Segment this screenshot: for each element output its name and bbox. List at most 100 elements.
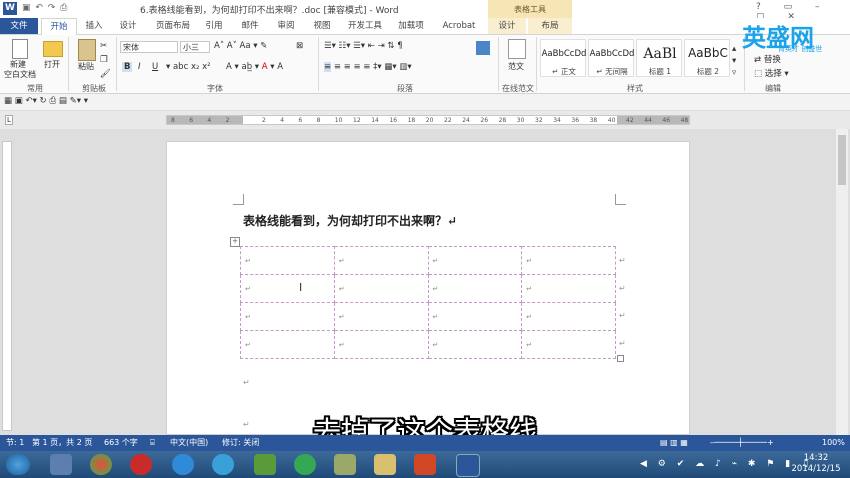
app-icon[interactable] [254,454,276,475]
new-button-line2[interactable]: 空白文档 [4,69,36,80]
template-button[interactable]: 范文 [508,61,524,72]
tab-view[interactable]: 视图 [308,18,336,34]
table-cell[interactable]: ↵ [333,274,429,303]
font-size-combo[interactable]: 小三 [180,41,210,53]
bold-button[interactable]: B [122,62,133,72]
table-cell[interactable]: ↵ [521,330,616,359]
underline-button[interactable]: U [152,62,158,72]
status-revision[interactable]: 修订: 关闭 [222,435,259,451]
new-document-icon[interactable] [12,39,28,59]
proofing-icon[interactable]: ⌸ [150,435,155,451]
tab-design[interactable]: 设计 [114,18,142,34]
char-border-icon[interactable]: ⊠ [296,41,303,51]
ribbon-display-icon[interactable]: ▭ [784,2,803,12]
grow-shrink-font-icons[interactable]: A˄ A˅ Aa ▾ ✎ [214,41,267,51]
table-cell[interactable]: ↵ [240,274,335,303]
replace-label: 替换 [763,55,781,65]
tab-acrobat[interactable]: Acrobat [436,18,482,34]
style-sample: AaBbCcDd [589,49,635,59]
cloud-icon[interactable] [212,454,234,475]
app-icon[interactable] [334,454,356,475]
table-cell[interactable]: ↵ [333,246,429,275]
taskbar-clock[interactable]: 14:32 2014/12/15 [786,453,846,475]
tab-table-design[interactable]: 设计 [488,18,526,34]
cut-icon[interactable]: ✂ [100,41,107,51]
horizontal-ruler[interactable]: 8 6 4 2 2 4 6 8 10 12 14 16 18 20 22 24 26 28 30 32 34 36 38 40… [166,115,690,125]
style-heading1[interactable]: AaBl 标题 1 [636,39,682,77]
table-cell[interactable]: ↵ [427,246,523,275]
explorer-icon[interactable] [374,454,396,475]
vertical-scrollbar[interactable] [836,129,848,435]
paste-icon[interactable] [78,39,96,61]
view-mode-icons[interactable]: ▤ ▥ ▦ [660,435,688,451]
tab-mailings[interactable]: 邮件 [236,18,264,34]
document-table[interactable]: ↵ ↵ ↵ ↵ ↵ ↵ ↵ ↵ ↵ ↵ ↵ ↵ ↵ ↵ ↵ ↵ [240,246,616,359]
tab-file[interactable]: 文件 [0,18,38,34]
scrollbar-thumb[interactable] [838,135,846,185]
status-language[interactable]: 中文(中国) [170,435,208,451]
table-cell[interactable]: ↵ [521,302,616,331]
status-section[interactable]: 节: 1 [6,435,24,451]
word-taskbar-icon[interactable] [456,454,480,477]
table-resize-handle-icon[interactable] [617,355,624,362]
tab-developer[interactable]: 开发工具 [342,18,388,34]
table-cell[interactable]: ↵ [333,302,429,331]
open-folder-icon[interactable] [43,41,63,57]
ie-icon[interactable] [172,454,194,475]
format-painter-icon[interactable]: 🖌 [100,69,111,79]
table-cell[interactable]: ↵ [521,274,616,303]
table-cell[interactable]: ↵ [427,330,523,359]
table-cell[interactable]: ↵ [240,330,335,359]
italic-button[interactable]: I [138,62,141,72]
document-heading[interactable]: 表格线能看到，为何却打印不出来啊？↵ [243,212,457,229]
shading-icon[interactable] [476,41,490,55]
quick-access-icons[interactable]: ▣ ↶ ↷ ⎙ [22,3,68,13]
status-words[interactable]: 663 个字 [104,435,138,451]
chrome-icon[interactable] [90,454,112,475]
status-page[interactable]: 第 1 页，共 2 页 [32,435,92,451]
tab-selector-icon[interactable]: L [5,115,13,125]
help-icon[interactable]: ? [756,2,771,12]
style-no-spacing[interactable]: AaBbCcDd ↵ 无间隔 [588,39,634,77]
style-heading2[interactable]: AaBbC 标题 2 [684,39,730,77]
style-normal[interactable]: AaBbCcDd ↵ 正文 [540,39,586,77]
media-icon[interactable] [130,454,152,475]
template-icon[interactable] [508,39,526,59]
tab-home[interactable]: 开始 [41,18,77,36]
app-icon[interactable] [294,454,316,475]
start-button[interactable] [6,454,30,475]
ruler-tick-label: 26 [480,117,489,124]
tab-page-layout[interactable]: 页面布局 [150,18,196,34]
copy-icon[interactable]: ❐ [100,55,108,65]
table-cell[interactable]: ↵ [521,246,616,275]
list-icons[interactable]: ☰▾ ☷▾ ☰▾ ⇤ ⇥ ⇅ ¶ [324,41,403,51]
zoom-level[interactable]: 100% [822,435,845,451]
table-move-handle-icon[interactable]: + [230,237,240,247]
zoom-slider[interactable]: –─────┼─────+ [710,435,774,451]
table-cell[interactable]: ↵ [240,302,335,331]
table-cell[interactable]: ↵ [427,274,523,303]
select-button[interactable]: ⬚ 选择 ▾ [754,67,789,79]
text-effects-icons[interactable]: A ▾ ab̲ ▾ A ▾ A [226,62,283,72]
format-icons[interactable]: ▾ abc x₂ x² [166,62,211,72]
font-name-combo[interactable]: 宋体 [120,41,178,53]
styles-scroll-icons[interactable]: ▴ ▾ ▿ [732,43,736,79]
tab-table-layout[interactable]: 布局 [528,18,572,34]
tab-references[interactable]: 引用 [200,18,228,34]
table-cell[interactable]: ↵ [240,246,335,275]
vertical-ruler[interactable] [2,141,12,431]
word-app-icon[interactable]: W [3,2,17,15]
powerpoint-icon[interactable] [414,454,436,475]
taskbar-app-icon[interactable] [50,454,72,475]
paste-button[interactable]: 粘贴 [78,61,94,72]
qat-icons[interactable]: ▦ ▣ ↶▾ ↻ ⎙ ▤ ✎▾ ▾ [4,96,88,106]
align-icons[interactable]: ≡ ≡ ≡ ≡ ≡ ‡▾ ▦▾ ▥▾ [324,62,412,72]
tab-addins[interactable]: 加载项 [394,18,428,34]
tab-insert[interactable]: 插入 [80,18,108,34]
table-cell[interactable]: ↵ [427,302,523,331]
table-cell[interactable]: ↵ [333,330,429,359]
open-button[interactable]: 打开 [44,59,60,70]
minimize-button[interactable]: – [815,2,830,12]
replace-button[interactable]: ⇄ 替换 [754,53,781,65]
tab-review[interactable]: 审阅 [272,18,300,34]
